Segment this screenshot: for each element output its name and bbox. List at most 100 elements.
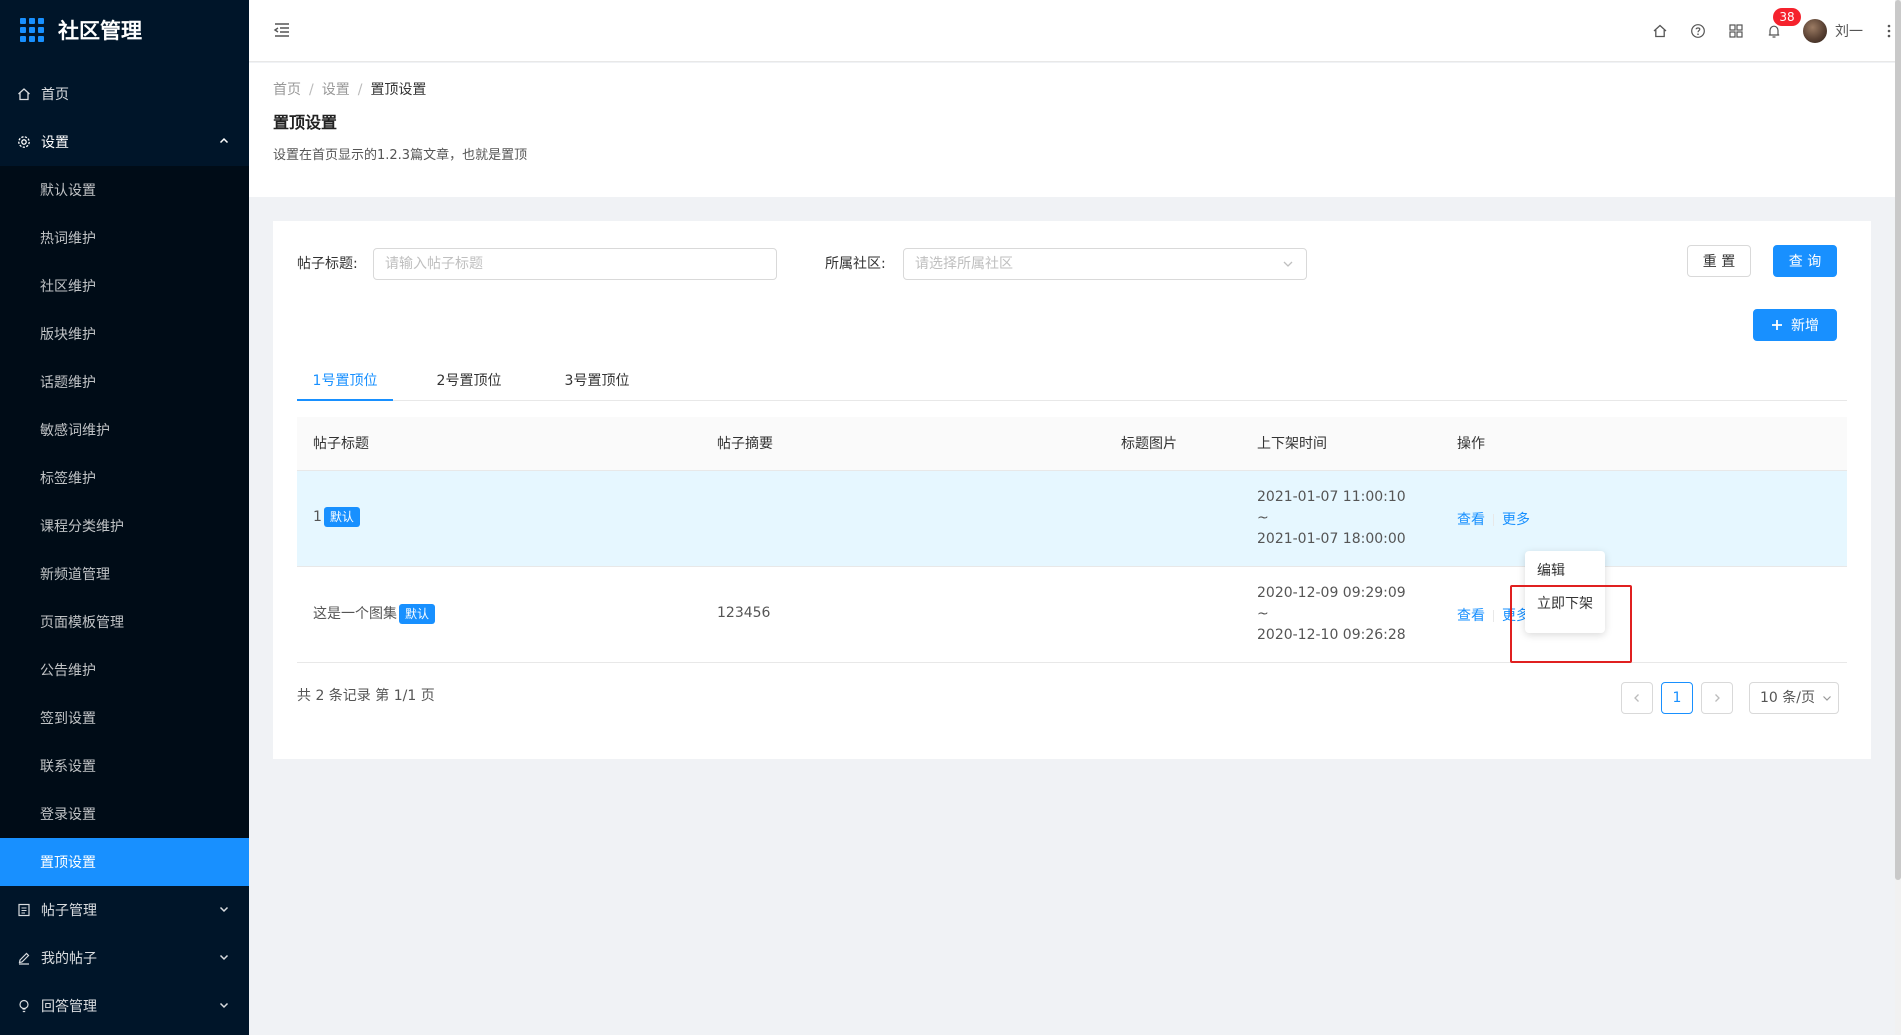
more-actions-dropdown: 编辑 立即下架 (1525, 551, 1605, 633)
breadcrumb-current: 置顶设置 (370, 82, 427, 98)
query-button[interactable]: 查 询 (1773, 245, 1837, 277)
bell-icon[interactable]: 38 (1755, 0, 1801, 62)
user-menu[interactable]: 刘一 (1803, 19, 1863, 43)
page-description: 设置在首页显示的1.2.3篇文章，也就是置顶 (273, 148, 528, 163)
sidebar-item-section[interactable]: 版块维护 (0, 310, 249, 358)
page-size-select[interactable]: 10 条/页 (1749, 682, 1839, 714)
community-select[interactable]: 请选择所属社区 (903, 248, 1307, 280)
sidebar-item-home[interactable]: 首页 (0, 70, 249, 118)
breadcrumb-settings[interactable]: 设置 (322, 79, 350, 101)
more-link[interactable]: 更多 (1502, 512, 1530, 528)
tab-pin-3[interactable]: 3号置顶位 (549, 361, 645, 401)
sidebar-item-hotwords[interactable]: 热词维护 (0, 214, 249, 262)
sidebar-item-channel[interactable]: 新频道管理 (0, 550, 249, 598)
chevron-up-icon (219, 137, 229, 144)
sidebar-item-pin-settings[interactable]: 置顶设置 (0, 838, 249, 886)
post-title-cell: 这是一个图集 默认 (313, 603, 436, 624)
home-icon[interactable] (1641, 0, 1679, 62)
sidebar-item-page-template[interactable]: 页面模板管理 (0, 598, 249, 646)
avatar (1803, 19, 1827, 43)
title-filter-label: 帖子标题: (297, 256, 358, 272)
grid-logo-icon (20, 18, 44, 42)
column-header: 上下架时间 (1257, 436, 1327, 452)
sidebar-item-topic[interactable]: 话题维护 (0, 358, 249, 406)
chevron-down-icon (219, 954, 229, 961)
column-header: 帖子标题 (313, 436, 369, 452)
add-button[interactable]: 新增 (1753, 309, 1837, 341)
column-header: 帖子摘要 (717, 436, 773, 452)
bulb-icon (17, 999, 31, 1013)
top-header: 38 刘一 (249, 0, 1901, 62)
chevron-right-icon (1715, 694, 1720, 702)
sidebar-item-label: 设置 (41, 135, 69, 151)
home-icon (17, 87, 31, 101)
settings-submenu: 默认设置 热词维护 社区维护 版块维护 话题维护 敏感词维护 标签维护 课程分类… (0, 166, 249, 886)
end-time: 2021-01-07 18:00:00 (1257, 531, 1406, 547)
side-menu: 首页 设置 默认设置 热词维护 社区维护 版块维护 话题维护 敏感词维护 标签维… (0, 70, 249, 1030)
help-icon[interactable] (1679, 0, 1717, 62)
pen-icon (17, 951, 31, 965)
tab-pin-2[interactable]: 2号置顶位 (421, 361, 517, 401)
page-header: 首页 / 设置 / 置顶设置 置顶设置 设置在首页显示的1.2.3篇文章，也就是… (249, 63, 1895, 197)
table-header: 帖子标题 帖子摘要 标题图片 上下架时间 操作 (297, 417, 1847, 471)
sidebar-item-label: 首页 (41, 87, 69, 103)
action-divider (1493, 610, 1494, 622)
reset-button[interactable]: 重 置 (1687, 245, 1751, 277)
scrollbar-thumb[interactable] (1895, 0, 1901, 880)
sidebar-item-checkin[interactable]: 签到设置 (0, 694, 249, 742)
breadcrumb-separator: / (357, 82, 363, 98)
sidebar-item-label: 帖子管理 (41, 903, 97, 919)
plus-icon (1772, 320, 1782, 330)
start-time: 2021-01-07 11:00:10 (1257, 489, 1406, 505)
prev-page-button[interactable] (1621, 682, 1653, 714)
content-card: 帖子标题: 请输入帖子标题 所属社区: 请选择所属社区 重 置 查 询 新增 1… (273, 221, 1871, 759)
time-separator: ~ (1257, 510, 1269, 526)
scrollbar[interactable] (1895, 0, 1901, 1035)
table-row[interactable]: 这是一个图集 默认 123456 2020-12-09 09:29:09 ~ 20… (297, 567, 1847, 663)
view-link[interactable]: 查看 (1457, 512, 1485, 528)
sidebar-item-answers[interactable]: 回答管理 (0, 982, 249, 1030)
chevron-left-icon (1634, 694, 1639, 702)
chevron-down-icon (219, 1002, 229, 1009)
breadcrumb: 首页 / 设置 / 置顶设置 (273, 79, 1871, 101)
default-tag: 默认 (323, 507, 360, 527)
app-title: 社区管理 (58, 19, 142, 43)
title-search-input[interactable]: 请输入帖子标题 (373, 248, 777, 280)
unpublish-menu-item[interactable]: 立即下架 (1525, 588, 1605, 621)
table-row[interactable]: 1 默认 2021-01-07 11:00:10 ~ 2021-01-07 18:… (297, 471, 1847, 663)
end-time: 2020-12-10 09:26:28 (1257, 627, 1406, 643)
sidebar-item-my-posts[interactable]: 我的帖子 (0, 934, 249, 982)
menu-fold-icon[interactable] (273, 21, 291, 39)
post-title: 1 (313, 509, 322, 525)
chevron-down-icon (219, 906, 229, 913)
view-link[interactable]: 查看 (1457, 608, 1485, 624)
time-separator: ~ (1257, 606, 1269, 622)
sidebar-item-default-settings[interactable]: 默认设置 (0, 166, 249, 214)
sidebar-item-sensitive-words[interactable]: 敏感词维护 (0, 406, 249, 454)
sidebar-item-announcement[interactable]: 公告维护 (0, 646, 249, 694)
edit-menu-item[interactable]: 编辑 (1525, 555, 1605, 588)
sidebar-item-contact[interactable]: 联系设置 (0, 742, 249, 790)
sidebar-item-posts[interactable]: 帖子管理 (0, 886, 249, 934)
sidebar-item-settings[interactable]: 设置 (0, 118, 249, 166)
sidebar-item-login[interactable]: 登录设置 (0, 790, 249, 838)
schedule-cell: 2021-01-07 11:00:10 ~ 2021-01-07 18:00:0… (1257, 487, 1406, 550)
sidebar-item-community[interactable]: 社区维护 (0, 262, 249, 310)
community-select-placeholder: 请选择所属社区 (915, 256, 1013, 272)
page-title: 置顶设置 (273, 113, 338, 132)
breadcrumb-home[interactable]: 首页 (273, 79, 301, 101)
app-logo[interactable]: 社区管理 (0, 0, 249, 60)
page-button-1[interactable]: 1 (1661, 682, 1693, 714)
sidebar-item-tags[interactable]: 标签维护 (0, 454, 249, 502)
pin-position-tabs: 1号置顶位 2号置顶位 3号置顶位 (297, 361, 1847, 401)
start-time: 2020-12-09 09:29:09 (1257, 585, 1406, 601)
tab-pin-1[interactable]: 1号置顶位 (297, 361, 393, 401)
sidebar-item-course-category[interactable]: 课程分类维护 (0, 502, 249, 550)
actions-cell: 查看 更多 (1457, 509, 1530, 529)
pagination-total: 共 2 条记录 第 1/1 页 (297, 688, 435, 704)
next-page-button[interactable] (1701, 682, 1733, 714)
notification-badge: 38 (1773, 8, 1801, 26)
sidebar: 社区管理 首页 设置 默认设置 热词维护 社区维护 版块维护 话题维护 敏感词维… (0, 0, 249, 1035)
apps-icon[interactable] (1717, 0, 1755, 62)
column-header: 操作 (1457, 436, 1485, 452)
